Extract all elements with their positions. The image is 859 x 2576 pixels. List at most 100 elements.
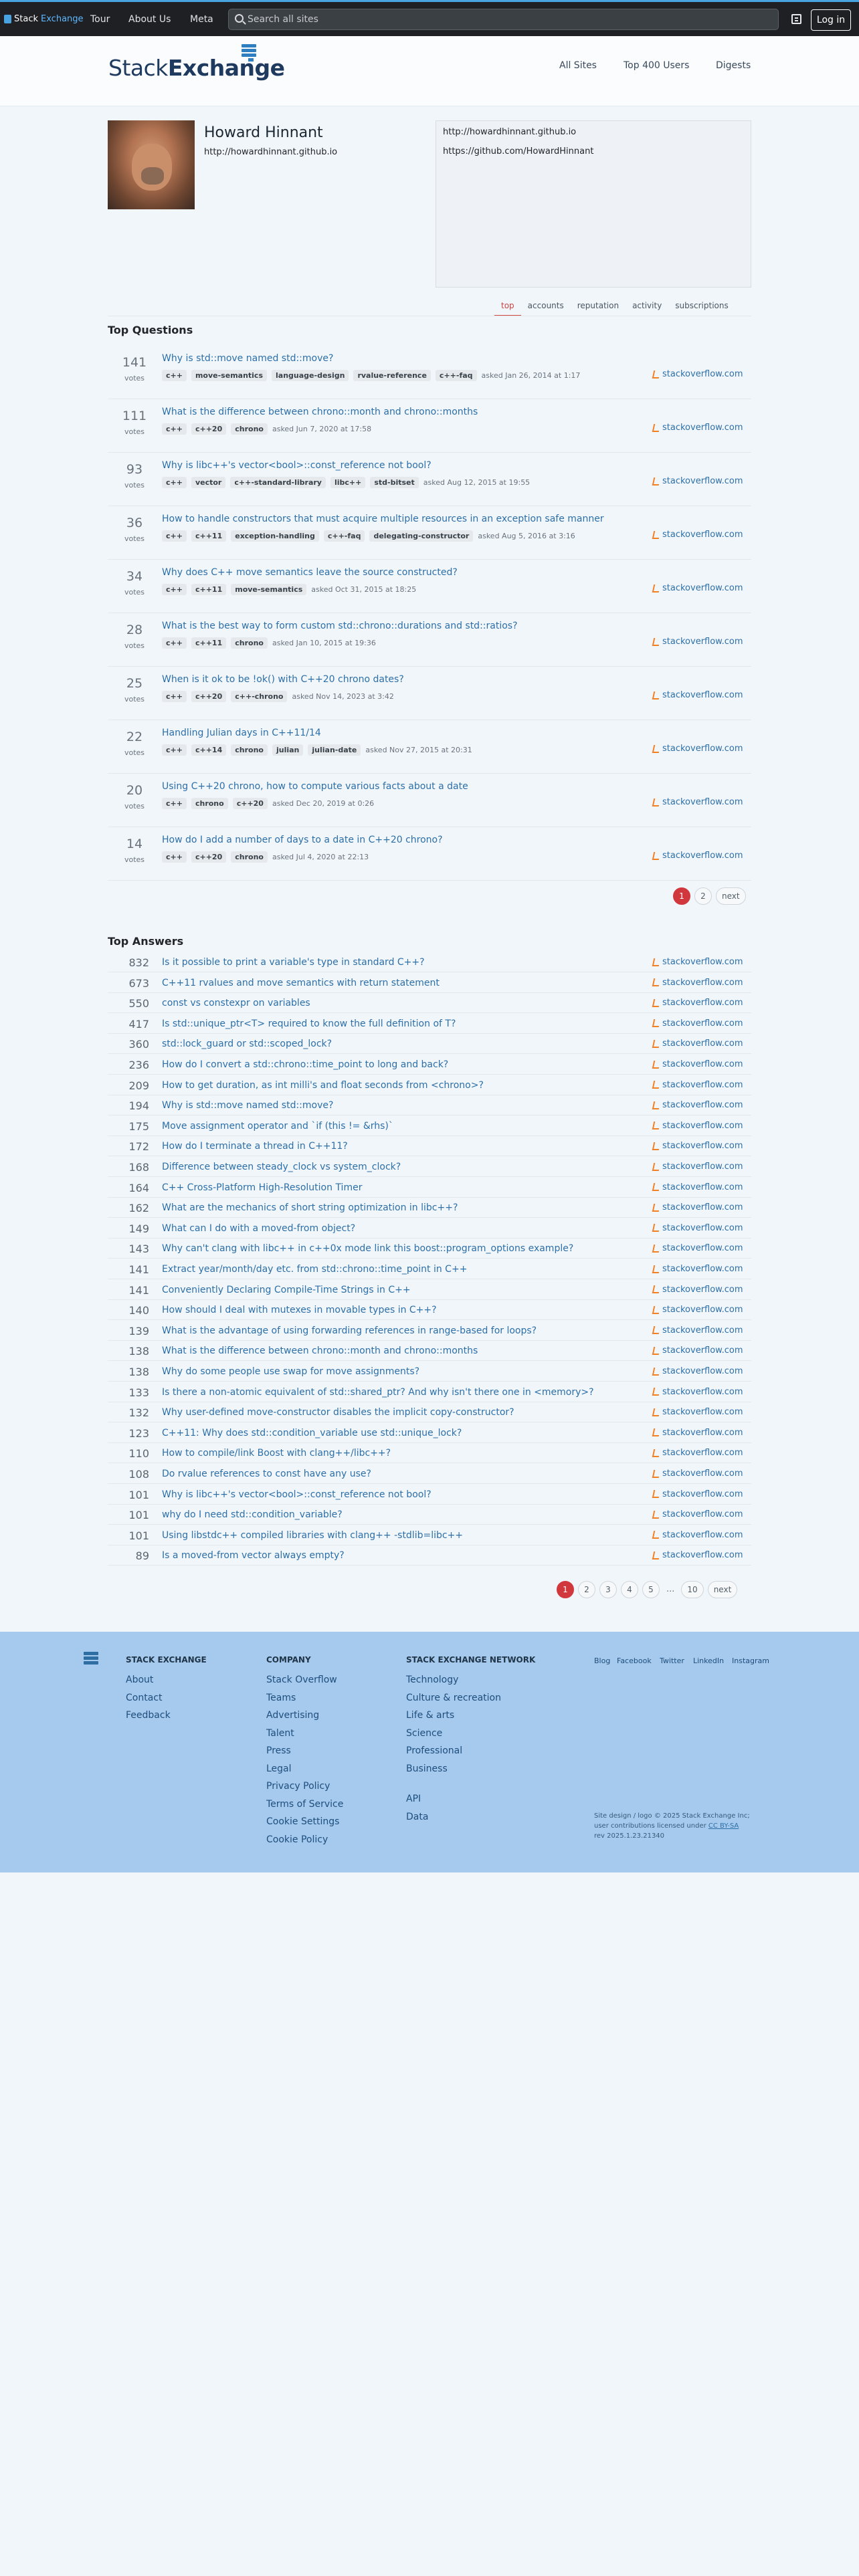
site-link[interactable]: stackoverflow.com [652, 476, 743, 486]
site-link[interactable]: stackoverflow.com [652, 1489, 743, 1499]
tag[interactable]: vector [191, 477, 226, 488]
page-button[interactable]: 3 [599, 1581, 617, 1598]
site-link[interactable]: stackoverflow.com [652, 423, 743, 433]
answer-title-link[interactable]: Is there a non-atomic equivalent of std:… [162, 1387, 594, 1398]
tag[interactable]: exception-handling [231, 530, 319, 542]
answer-title-link[interactable]: Why is libc++'s vector<bool>::const_refe… [162, 1489, 432, 1500]
tag[interactable]: c++ [162, 798, 187, 809]
tag[interactable]: language-design [272, 370, 349, 381]
footer-link[interactable]: Contact [126, 1693, 162, 1703]
tab-activity[interactable]: activity [626, 298, 668, 316]
nav-meta[interactable]: Meta [190, 14, 213, 25]
answer-title-link[interactable]: C++11: Why does std::condition_variable … [162, 1428, 462, 1438]
tag[interactable]: c++-faq [435, 370, 477, 381]
site-link[interactable]: stackoverflow.com [652, 1121, 743, 1131]
answer-title-link[interactable]: What is the difference between chrono::m… [162, 1346, 478, 1356]
tag[interactable]: c++ [162, 370, 187, 381]
tag[interactable]: chrono [231, 637, 268, 649]
answer-title-link[interactable]: Extract year/month/day etc. from std::ch… [162, 1264, 467, 1275]
footer-link[interactable]: Science [406, 1728, 442, 1739]
tag[interactable]: c++20 [232, 798, 268, 809]
tab-accounts[interactable]: accounts [521, 298, 571, 316]
nav-all-sites[interactable]: All Sites [559, 60, 597, 71]
tag[interactable]: chrono [231, 744, 268, 756]
footer-link[interactable]: Business [406, 1763, 448, 1774]
site-link[interactable]: stackoverflow.com [652, 1100, 743, 1110]
site-link[interactable]: stackoverflow.com [652, 1509, 743, 1519]
answer-title-link[interactable]: Why do some people use swap for move ass… [162, 1366, 419, 1377]
tag[interactable]: c++ [162, 530, 187, 542]
site-link[interactable]: stackoverflow.com [652, 1162, 743, 1172]
question-title-link[interactable]: Why is libc++'s vector<bool>::const_refe… [162, 460, 432, 471]
tag[interactable]: julian-date [308, 744, 361, 756]
answer-title-link[interactable]: C++11 rvalues and move semantics with re… [162, 978, 440, 988]
footer-link[interactable]: Culture & recreation [406, 1693, 501, 1703]
page-button[interactable]: 2 [694, 887, 712, 905]
site-link[interactable]: stackoverflow.com [652, 637, 743, 647]
site-link[interactable]: stackoverflow.com [652, 851, 743, 861]
site-link[interactable]: stackoverflow.com [652, 1325, 743, 1335]
answer-title-link[interactable]: C++ Cross-Platform High-Resolution Timer [162, 1182, 362, 1193]
tag[interactable]: chrono [231, 423, 268, 435]
nav-top-users[interactable]: Top 400 Users [624, 60, 689, 71]
answer-title-link[interactable]: How to get duration, as int milli's and … [162, 1080, 484, 1091]
question-title-link[interactable]: When is it ok to be !ok() with C++20 chr… [162, 674, 404, 685]
footer-link[interactable]: Feedback [126, 1710, 171, 1721]
footer-link[interactable]: Privacy Policy [266, 1781, 330, 1792]
site-link[interactable]: stackoverflow.com [652, 1243, 743, 1253]
tag[interactable]: c++-standard-library [230, 477, 326, 488]
tag[interactable]: libc++ [330, 477, 366, 488]
tag[interactable]: c++ [162, 477, 187, 488]
footer-link[interactable]: Talent [266, 1728, 294, 1739]
site-link[interactable]: stackoverflow.com [652, 530, 743, 540]
question-title-link[interactable]: How to handle constructors that must acq… [162, 514, 604, 524]
answer-title-link[interactable]: std::lock_guard or std::scoped_lock? [162, 1039, 332, 1049]
site-link[interactable]: stackoverflow.com [652, 1387, 743, 1397]
social-link[interactable]: Twitter [660, 1656, 684, 1665]
site-link[interactable]: stackoverflow.com [652, 1366, 743, 1376]
tag[interactable]: c++-chrono [231, 691, 288, 702]
tag[interactable]: c++ [162, 691, 187, 702]
stackexchange-logo[interactable]: StackExchange [108, 55, 285, 81]
tag[interactable]: c++ [162, 584, 187, 595]
tag[interactable]: move-semantics [191, 370, 268, 381]
tag[interactable]: c++ [162, 423, 187, 435]
footer-link[interactable]: Data [406, 1812, 428, 1822]
footer-link[interactable]: Cookie Policy [266, 1834, 328, 1845]
footer-link[interactable]: Terms of Service [266, 1799, 343, 1810]
site-link[interactable]: stackoverflow.com [652, 690, 743, 700]
footer-link[interactable]: Legal [266, 1763, 292, 1774]
user-website[interactable]: http://howardhinnant.github.io [204, 147, 337, 157]
answer-title-link[interactable]: What can I do with a moved-from object? [162, 1223, 355, 1234]
site-link[interactable]: stackoverflow.com [652, 1285, 743, 1295]
footer-link[interactable]: About [126, 1675, 153, 1685]
site-link[interactable]: stackoverflow.com [652, 583, 743, 593]
search-box[interactable] [228, 9, 779, 30]
social-link[interactable]: Blog [594, 1656, 610, 1665]
social-link[interactable]: LinkedIn [693, 1656, 724, 1665]
tag[interactable]: c++11 [191, 530, 227, 542]
site-link[interactable]: stackoverflow.com [652, 1407, 743, 1417]
tag[interactable]: c++ [162, 851, 187, 863]
site-link[interactable]: stackoverflow.com [652, 1550, 743, 1560]
answer-title-link[interactable]: why do I need std::condition_variable? [162, 1509, 343, 1520]
answer-title-link[interactable]: Using libstdc++ compiled libraries with … [162, 1530, 463, 1541]
footer-link[interactable]: Life & arts [406, 1710, 454, 1721]
answer-title-link[interactable]: Conveniently Declaring Compile-Time Stri… [162, 1285, 411, 1295]
license-link[interactable]: CC BY-SA [708, 1822, 739, 1830]
stackexchange-brand-link[interactable]: Stack Exchange [4, 14, 84, 24]
footer-link[interactable]: Teams [266, 1693, 296, 1703]
tag[interactable]: c++14 [191, 744, 227, 756]
answer-title-link[interactable]: What are the mechanics of short string o… [162, 1202, 458, 1213]
site-link[interactable]: stackoverflow.com [652, 1428, 743, 1438]
footer-link[interactable]: Technology [406, 1675, 458, 1685]
site-link[interactable]: stackoverflow.com [652, 1530, 743, 1540]
site-link[interactable]: stackoverflow.com [652, 797, 743, 807]
answer-title-link[interactable]: How do I terminate a thread in C++11? [162, 1141, 348, 1152]
footer-link[interactable]: Cookie Settings [266, 1816, 339, 1827]
site-link[interactable]: stackoverflow.com [652, 1448, 743, 1458]
site-link[interactable]: stackoverflow.com [652, 744, 743, 754]
tag[interactable]: std-bitset [370, 477, 419, 488]
footer-logo-icon[interactable] [84, 1652, 98, 1669]
site-link[interactable]: stackoverflow.com [652, 1141, 743, 1151]
